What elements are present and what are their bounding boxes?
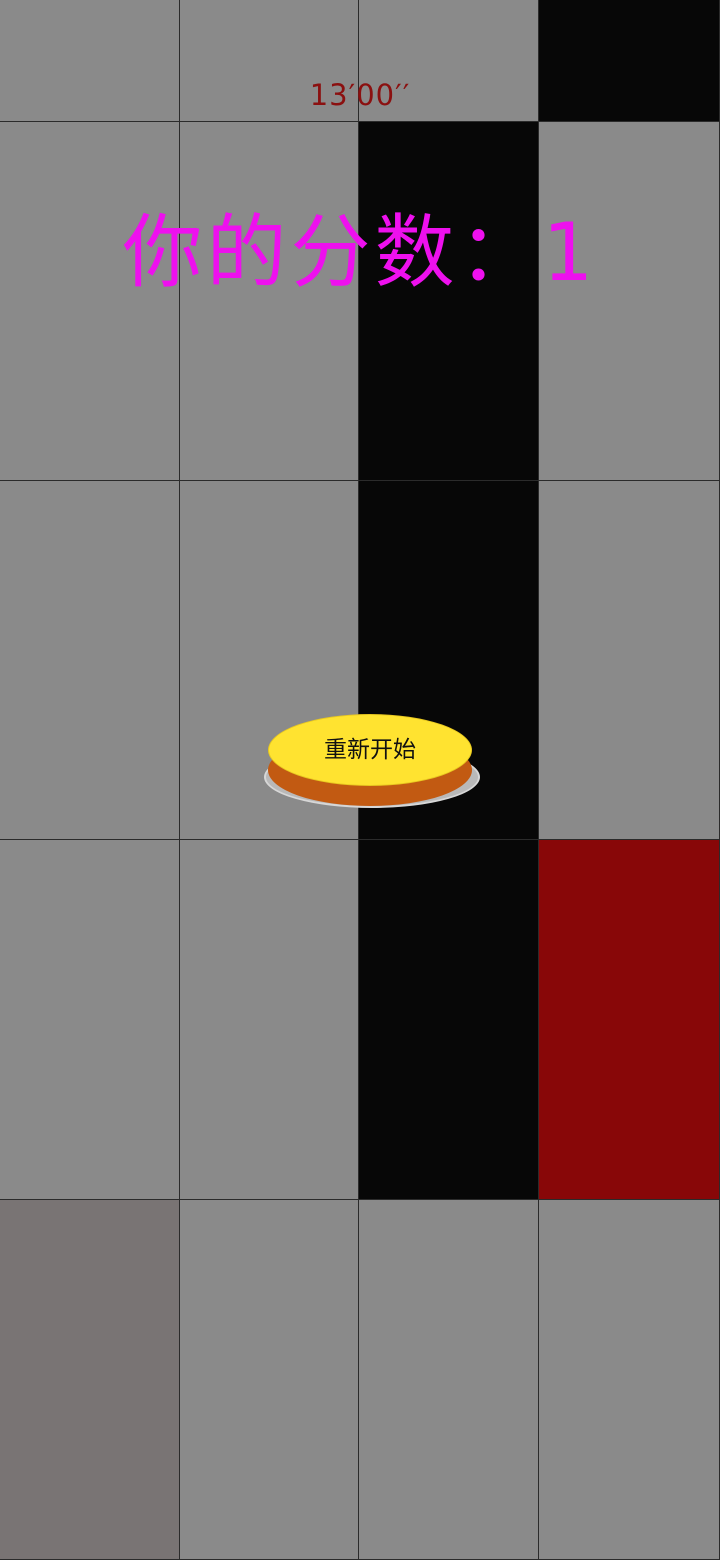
timer-display: 13′00′′ xyxy=(309,78,411,112)
tile-black[interactable] xyxy=(359,840,539,1200)
tile-red[interactable] xyxy=(539,840,720,1200)
tile-gray[interactable] xyxy=(539,481,720,840)
tile-gray[interactable] xyxy=(359,1200,539,1560)
tile-gray[interactable] xyxy=(0,840,180,1200)
score-display: 你的分数：1 xyxy=(122,206,598,299)
restart-button[interactable] xyxy=(268,714,472,786)
restart-button-group: 重新开始 xyxy=(264,714,480,812)
tile-gray[interactable] xyxy=(180,840,359,1200)
tile-gray[interactable] xyxy=(180,1200,359,1560)
tile-dim[interactable] xyxy=(0,1200,180,1560)
tile-gray[interactable] xyxy=(539,1200,720,1560)
game-board: 13′00′′ 你的分数：1 重新开始 xyxy=(0,0,720,1560)
tile-gray[interactable] xyxy=(0,481,180,840)
